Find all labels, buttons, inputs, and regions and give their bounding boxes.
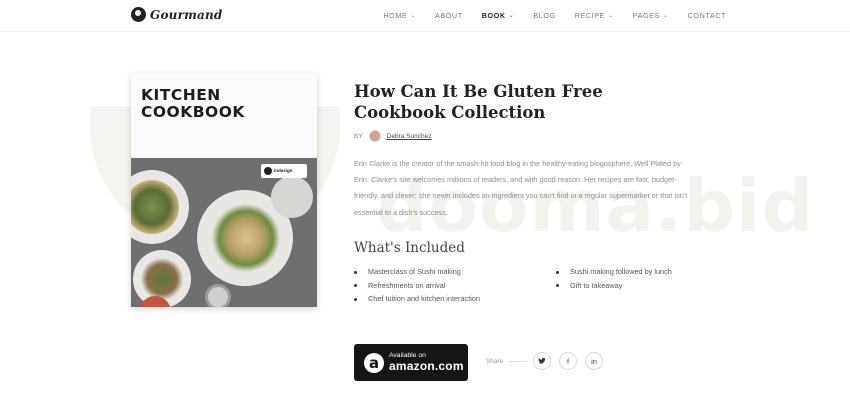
amazon-button[interactable]: a Available on amazon.com: [354, 344, 468, 381]
site-header: Gourmand HOME ⌄ ABOUT BOOK ⌄ BLOG RECIPE ⌄ …: [0, 0, 850, 32]
twitter-icon[interactable]: [533, 352, 552, 370]
list-item: Masterclass of Sushi making: [354, 265, 480, 279]
plated-dish: [211, 204, 281, 272]
nav-label: ABOUT: [434, 11, 463, 20]
page: dooma.bid Gourmand HOME ⌄ ABOUT BOOK ⌄ BLO…: [0, 0, 850, 416]
nav-item-blog[interactable]: BLOG: [533, 11, 555, 20]
nav-item-pages[interactable]: PAGES ⌄: [633, 11, 669, 20]
badge-text: indesign: [274, 167, 293, 173]
nav-label: PAGES: [632, 11, 660, 20]
facebook-icon[interactable]: f: [559, 352, 578, 370]
book-cover: KITCHEN COOKBOOK indesign: [131, 73, 317, 307]
chef-hat-icon: [131, 7, 146, 22]
amazon-big-label: amazon.com: [389, 359, 464, 373]
rice-bowl: [205, 284, 231, 307]
chevron-down-icon: ⌄: [410, 13, 416, 19]
brand-logo[interactable]: Gourmand: [131, 7, 223, 22]
brand-name: Gourmand: [150, 7, 223, 22]
nav-label: BOOK: [481, 11, 506, 20]
list-item: Sushi making followed by lunch: [556, 265, 672, 279]
nav-label: BLOG: [533, 11, 556, 20]
share-bar: Share f in: [486, 352, 611, 370]
linkedin-icon[interactable]: in: [585, 352, 604, 370]
nav-item-home[interactable]: HOME ⌄: [383, 11, 416, 20]
book-title: How Can It Be Gluten Free Cookbook Colle…: [354, 82, 603, 122]
side-plate: [271, 176, 313, 218]
avatar: [368, 130, 381, 142]
nav-label: CONTACT: [687, 11, 726, 20]
nav-item-contact[interactable]: CONTACT: [688, 11, 726, 20]
list-item: Refreshments on arrival: [354, 279, 480, 293]
list-item: Chef tuition and kitchen interaction: [354, 292, 480, 306]
included-list-left: Masterclass of Sushi making Refreshments…: [354, 265, 480, 306]
nav-item-recipe[interactable]: RECIPE ⌄: [575, 11, 614, 20]
list-item: Gift to takeaway: [556, 279, 672, 293]
share-label: Share: [486, 357, 504, 365]
salad-plate: [141, 258, 183, 300]
nav-label: HOME: [383, 11, 408, 20]
included-heading: What's Included: [354, 239, 465, 256]
book-description: Erin Clarke is the creator of the smash-…: [354, 159, 688, 217]
indesign-logo-icon: [264, 167, 272, 175]
by-label: BY: [354, 132, 363, 140]
author-link[interactable]: Debra Sunchez: [387, 133, 432, 140]
book-details: How Can It Be Gluten Free Cookbook Colle…: [354, 81, 694, 303]
divider: [509, 360, 528, 362]
chevron-down-icon: ⌄: [608, 13, 614, 19]
cover-title-line2: COOKBOOK: [141, 103, 245, 121]
nav-item-about[interactable]: ABOUT: [435, 11, 463, 20]
chevron-down-icon: ⌄: [508, 13, 515, 19]
byline: BY Debra Sunchez: [354, 130, 694, 142]
amazon-button-text: Available on amazon.com: [389, 352, 464, 373]
cover-food-photo: [131, 158, 317, 307]
indesign-badge: indesign: [261, 164, 307, 178]
nav-label: RECIPE: [574, 11, 606, 20]
included-list-right: Sushi making followed by lunch Gift to t…: [556, 265, 672, 292]
cover-title-line1: KITCHEN: [141, 86, 221, 104]
nav-item-book[interactable]: BOOK ⌄: [482, 11, 515, 20]
amazon-logo-icon: a: [364, 352, 384, 373]
chevron-down-icon: ⌄: [662, 13, 669, 19]
main-nav: HOME ⌄ ABOUT BOOK ⌄ BLOG RECIPE ⌄ PAGES ⌄ CO…: [383, 11, 726, 20]
cover-title: KITCHEN COOKBOOK: [141, 87, 245, 121]
